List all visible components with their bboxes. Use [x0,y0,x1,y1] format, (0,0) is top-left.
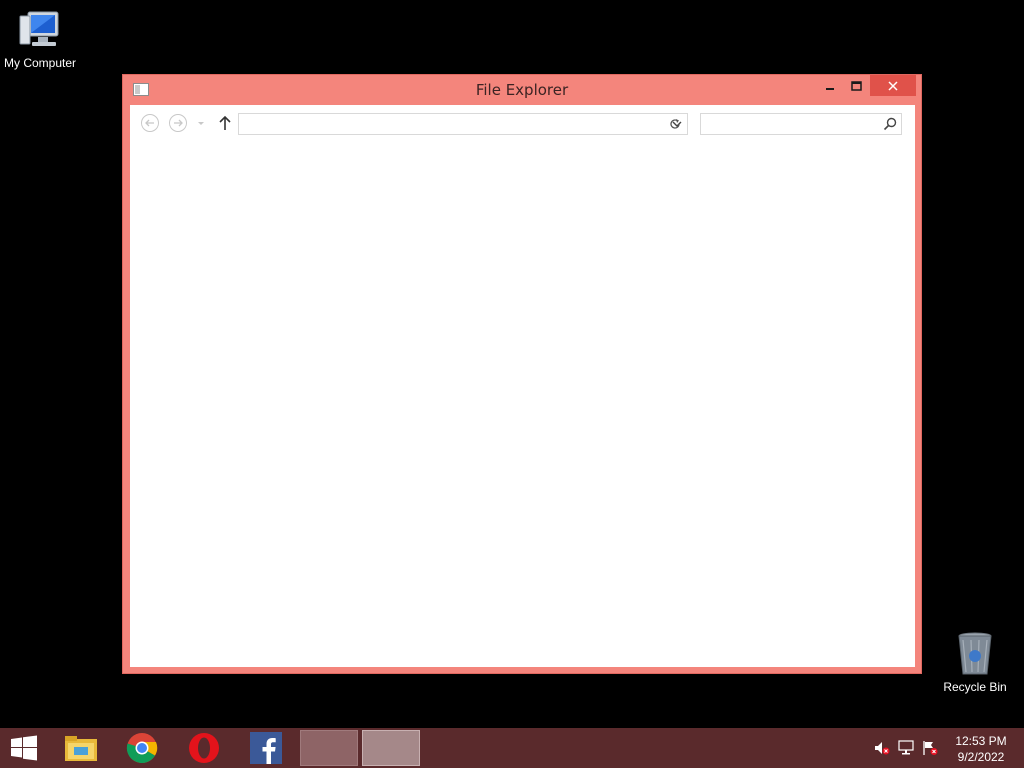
window-title: File Explorer [475,81,569,99]
maximize-button[interactable] [843,75,869,96]
chevron-down-icon [198,122,204,125]
search-icon[interactable] [883,117,897,131]
clock-time: 12:53 PM [955,734,1007,748]
close-button[interactable] [870,75,916,96]
taskbar-window-thumbnail-active[interactable] [362,730,420,766]
clock-date: 9/2/2022 [957,750,1005,764]
minimize-button[interactable] [817,75,843,96]
minimize-icon [826,87,834,90]
volume-muted-icon[interactable] [874,740,890,756]
forward-arrow-icon [169,114,187,132]
taskbar: 12:53 PM 9/2/2022 [0,728,1024,768]
desktop-icon-label: My Computer [3,56,77,70]
computer-icon [19,11,59,46]
action-center-flag-icon[interactable] [922,740,938,756]
close-icon [888,80,898,91]
recycle-bin-icon [958,632,992,675]
taskbar-clock[interactable]: 12:53 PM 9/2/2022 [950,733,1012,765]
back-button[interactable] [140,113,160,133]
desktop-icon-label: Recycle Bin [943,680,1007,694]
taskbar-opera[interactable] [175,730,233,766]
desktop-icon-recycle-bin[interactable]: Recycle Bin [935,630,1015,694]
refresh-icon [670,119,680,129]
taskbar-chrome[interactable] [113,730,171,766]
opera-icon [189,733,219,763]
window-titlebar[interactable]: File Explorer [123,75,921,105]
network-icon[interactable] [898,740,914,756]
forward-button[interactable] [168,113,188,133]
recent-locations-button[interactable] [194,113,208,133]
up-button[interactable] [215,113,235,133]
back-arrow-icon [141,114,159,132]
refresh-button[interactable] [663,113,688,135]
file-explorer-window: File Explorer [122,74,922,674]
explorer-content [130,105,915,667]
taskbar-file-explorer[interactable] [52,730,110,766]
taskbar-facebook[interactable] [237,730,295,766]
navigation-bar [130,105,915,141]
up-arrow-icon [219,115,231,130]
start-button[interactable] [8,734,40,762]
search-box[interactable] [700,113,902,135]
file-explorer-icon [65,736,97,761]
desktop-icon-my-computer[interactable]: My Computer [0,6,80,70]
taskbar-window-thumbnail[interactable] [300,730,358,766]
windows-logo-icon [11,735,37,761]
address-bar[interactable] [238,113,688,135]
chrome-icon [126,733,158,764]
facebook-icon [250,732,282,764]
maximize-icon [850,80,862,91]
